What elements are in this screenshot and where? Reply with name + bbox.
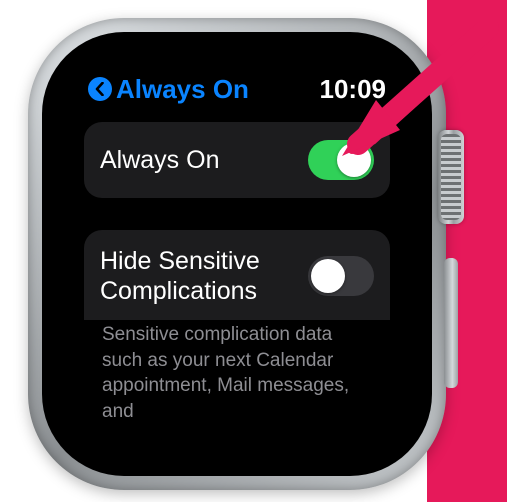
- watch-screen: Always On 10:09 Always On Hide Sensitive…: [66, 54, 408, 454]
- always-on-toggle[interactable]: [308, 140, 374, 180]
- always-on-row[interactable]: Always On: [84, 122, 390, 198]
- hide-sensitive-section: Hide Sensitive Complications: [84, 230, 390, 320]
- back-label: Always On: [116, 74, 249, 105]
- toggle-knob: [337, 143, 371, 177]
- hide-sensitive-label: Hide Sensitive Complications: [100, 246, 296, 306]
- hide-sensitive-toggle[interactable]: [308, 256, 374, 296]
- back-button[interactable]: Always On: [88, 74, 249, 105]
- clock-time: 10:09: [320, 74, 387, 105]
- hide-sensitive-description: Sensitive complication data such as your…: [84, 320, 390, 425]
- hide-sensitive-row[interactable]: Hide Sensitive Complications: [100, 246, 374, 320]
- digital-crown[interactable]: [438, 130, 464, 224]
- apple-watch-device: Always On 10:09 Always On Hide Sensitive…: [28, 18, 446, 490]
- status-bar: Always On 10:09: [84, 70, 390, 108]
- always-on-label: Always On: [100, 145, 219, 175]
- toggle-knob: [311, 259, 345, 293]
- chevron-left-icon: [88, 77, 112, 101]
- side-button[interactable]: [444, 258, 458, 388]
